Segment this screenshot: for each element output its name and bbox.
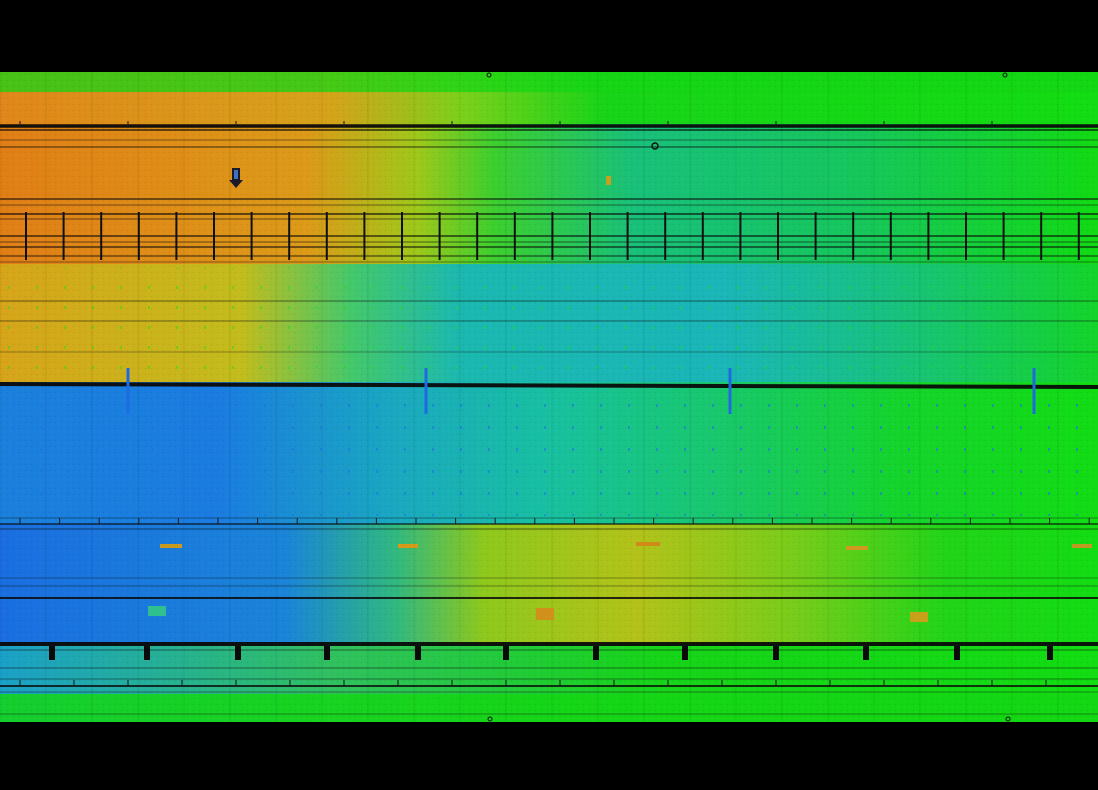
top-black-band bbox=[0, 0, 1098, 72]
blue-marker bbox=[1032, 368, 1036, 414]
blue-marker bbox=[728, 368, 732, 414]
patch bbox=[910, 612, 928, 622]
rail-block bbox=[49, 646, 55, 660]
point-cloud-view bbox=[0, 0, 1098, 790]
rail-block bbox=[773, 646, 779, 660]
patch bbox=[536, 608, 554, 620]
rail-block bbox=[503, 646, 509, 660]
point-cloud-heatmap bbox=[0, 0, 1098, 790]
patch bbox=[148, 606, 166, 616]
rail-block bbox=[863, 646, 869, 660]
patch bbox=[1072, 544, 1092, 548]
blue-marker bbox=[424, 368, 428, 414]
rail-block bbox=[415, 646, 421, 660]
rail-block bbox=[954, 646, 960, 660]
bottom-black-band bbox=[0, 722, 1098, 790]
rail-block bbox=[682, 646, 688, 660]
patch bbox=[846, 546, 868, 550]
rail-block bbox=[144, 646, 150, 660]
patch bbox=[398, 544, 418, 548]
blue-marker bbox=[126, 368, 130, 414]
patch bbox=[160, 544, 182, 548]
patch bbox=[636, 542, 660, 546]
small-marker bbox=[606, 176, 611, 185]
rail-block bbox=[324, 646, 330, 660]
rail-block bbox=[235, 646, 241, 660]
rail-block bbox=[1047, 646, 1053, 660]
rail-block bbox=[593, 646, 599, 660]
